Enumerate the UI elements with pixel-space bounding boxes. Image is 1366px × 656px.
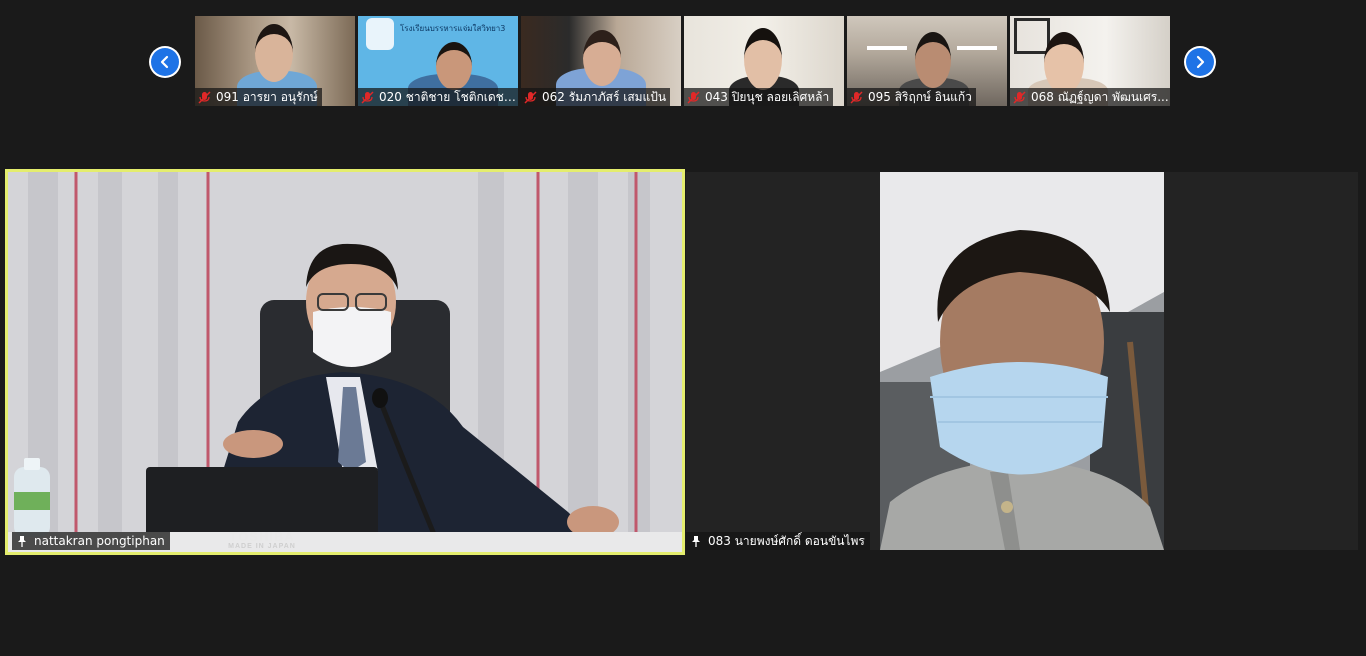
participant-name-tag: 062 รัมภาภัสร์ เสมแป้น [521, 88, 671, 106]
participant-name-tag: 091 อารยา อนุรักษ์ [195, 88, 322, 106]
participant-name: 083 นายพงษ์ศักดิ์ ดอนขันไพร [708, 534, 865, 548]
mic-muted-icon [1013, 90, 1026, 104]
mic-muted-icon [361, 90, 374, 104]
participant-thumbnail[interactable]: 062 รัมภาภัสร์ เสมแป้น [521, 16, 681, 106]
participant-name-tag: nattakran pongtiphan [12, 532, 170, 550]
participant-thumbnail[interactable]: 043 ปิยนุช ลอยเลิศหล้า [684, 16, 844, 106]
mic-muted-icon [687, 90, 700, 104]
participant-tile[interactable]: 083 นายพงษ์ศักดิ์ ดอนขันไพร [686, 172, 1358, 550]
participant-thumbnail[interactable]: 068 ณัฏฐ์ญดา พัฒนเศร... [1010, 16, 1170, 106]
pin-icon [692, 535, 700, 547]
mic-muted-icon [198, 90, 211, 104]
mic-muted-icon [850, 90, 863, 104]
school-logo [366, 18, 394, 50]
speaker-video [8, 172, 682, 552]
participant-thumbnail[interactable]: 091 อารยา อนุรักษ์ [195, 16, 355, 106]
participant-video [880, 172, 1164, 550]
participant-name-tag: 043 ปิยนุช ลอยเลิศหล้า [684, 88, 834, 106]
participant-name-tag: 095 สิริฤกษ์ อินแก้ว [847, 88, 976, 106]
mic-muted-icon [524, 90, 537, 104]
school-banner-text: โรงเรียนบรรหารแจ่มใสวิทยา3 [400, 24, 506, 33]
chevron-right-icon [1186, 48, 1214, 76]
laptop-sub-label: MADE IN JAPAN [228, 543, 296, 550]
participant-thumbnail[interactable]: โรงเรียนบรรหารแจ่มใสวิทยา3 020 ชาติชาย โ… [358, 16, 518, 106]
participant-name-tag: 068 ณัฏฐ์ญดา พัฒนเศร... [1010, 88, 1170, 106]
chevron-left-icon [151, 48, 179, 76]
pin-icon [18, 535, 26, 547]
laptop-brand-label: TOSHIBA [229, 529, 295, 544]
participant-name-tag: 083 นายพงษ์ศักดิ์ ดอนขันไพร [686, 532, 870, 550]
active-speaker-tile[interactable]: TOSHIBA MADE IN JAPAN nattakran pongtiph… [5, 169, 685, 555]
gallery-strip: 091 อารยา อนุรักษ์ โรงเรียนบรรหารแจ่มใสว… [0, 0, 1366, 110]
previous-page-button[interactable] [149, 46, 181, 78]
participant-name: nattakran pongtiphan [34, 534, 165, 548]
participant-name-tag: 020 ชาติชาย โชติกเดชา... [358, 88, 518, 106]
participant-thumbnail[interactable]: 095 สิริฤกษ์ อินแก้ว [847, 16, 1007, 106]
next-page-button[interactable] [1184, 46, 1216, 78]
